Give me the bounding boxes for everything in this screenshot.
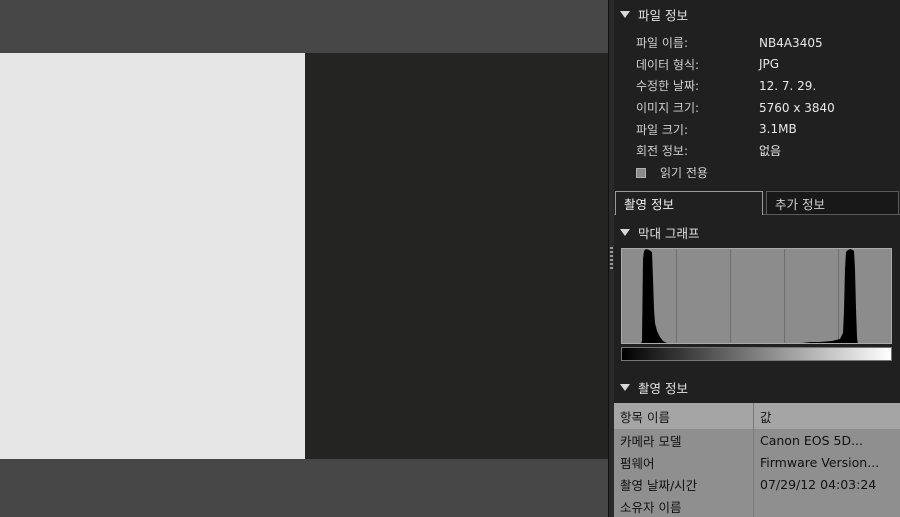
file-info-label: 파일 이름: [636, 36, 689, 51]
file-info-row: 수정한 날짜: 12. 7. 29. [622, 75, 898, 97]
shooting-info-header[interactable]: 촬영 정보 [614, 374, 900, 400]
row-value: 07/29/12 04:03:24 [760, 476, 877, 492]
photo-preview[interactable] [0, 53, 608, 459]
row-value: Firmware Version... [760, 454, 880, 470]
row-item: 카메라 모델 [614, 429, 754, 451]
image-viewer[interactable] [0, 0, 608, 517]
file-info-row: 데이터 형식: JPG [622, 54, 898, 76]
file-info-label: 데이터 형식: [636, 57, 700, 72]
viewer-bottom-margin [0, 459, 608, 517]
histogram-title: 막대 그래프 [638, 225, 700, 241]
file-info-list: 파일 이름: NB4A3405 데이터 형식: JPG 수정한 날짜: 12. … [622, 32, 898, 184]
table-row[interactable]: 소유자 이름 [614, 495, 900, 517]
table-row[interactable]: 펌웨어 Firmware Version... [614, 451, 900, 473]
readonly-option[interactable]: 읽기 전용 [622, 162, 898, 184]
col-value-header[interactable]: 값 [754, 407, 900, 426]
file-info-row: 파일 이름: NB4A3405 [622, 32, 898, 54]
readonly-label: 읽기 전용 [660, 166, 708, 181]
info-panel: 파일 정보 파일 이름: NB4A3405 데이터 형식: JPG 수정한 날짜… [614, 0, 900, 517]
info-tabs: 촬영 정보 추가 정보 [614, 191, 900, 215]
readonly-checkbox[interactable] [636, 167, 646, 178]
histogram-header[interactable]: 막대 그래프 [614, 219, 900, 245]
file-info-value: 없음 [759, 144, 782, 159]
photo-dark-half [305, 53, 608, 459]
file-info-row: 이미지 크기: 5760 x 3840 [622, 97, 898, 119]
shooting-info-title: 촬영 정보 [638, 380, 688, 396]
file-info-title: 파일 정보 [638, 7, 688, 23]
histogram-graph [621, 248, 892, 344]
collapse-triangle-icon[interactable] [620, 228, 630, 236]
photo-light-half [0, 53, 305, 459]
table-row[interactable]: 촬영 날짜/시간 07/29/12 04:03:24 [614, 473, 900, 495]
file-info-value: 12. 7. 29. [759, 78, 817, 93]
collapse-triangle-icon[interactable] [620, 10, 630, 18]
file-info-label: 수정한 날짜: [636, 79, 700, 94]
file-info-header[interactable]: 파일 정보 [614, 1, 900, 27]
file-info-value: 5760 x 3840 [759, 100, 835, 115]
file-info-value: NB4A3405 [759, 35, 823, 50]
row-value: Canon EOS 5D... [760, 432, 863, 448]
file-info-row: 회전 정보: 없음 [622, 140, 898, 162]
row-item: 펌웨어 [614, 451, 754, 473]
collapse-triangle-icon[interactable] [620, 383, 630, 391]
file-info-value: 3.1MB [759, 122, 797, 137]
file-info-label: 이미지 크기: [636, 101, 700, 116]
table-row[interactable]: 카메라 모델 Canon EOS 5D... [614, 429, 900, 451]
file-info-value: JPG [759, 57, 780, 72]
file-info-label: 회전 정보: [636, 144, 689, 159]
file-info-label: 파일 크기: [636, 122, 689, 137]
shooting-info-table: 항목 이름 값 카메라 모델 Canon EOS 5D... 펌웨어 Firmw… [614, 403, 900, 517]
viewer-top-margin [0, 0, 608, 53]
histogram-bars [641, 249, 858, 343]
row-item: 촬영 날짜/시간 [614, 473, 754, 495]
tab-shooting-info[interactable]: 촬영 정보 [615, 191, 763, 215]
col-item-header[interactable]: 항목 이름 [614, 403, 754, 429]
splitter-grip-icon[interactable] [610, 247, 613, 269]
histogram-gradient-bar [621, 347, 892, 361]
table-header: 항목 이름 값 [614, 403, 900, 429]
tab-additional-info[interactable]: 추가 정보 [766, 191, 899, 215]
file-info-row: 파일 크기: 3.1MB [622, 118, 898, 140]
row-item: 소유자 이름 [614, 495, 754, 517]
